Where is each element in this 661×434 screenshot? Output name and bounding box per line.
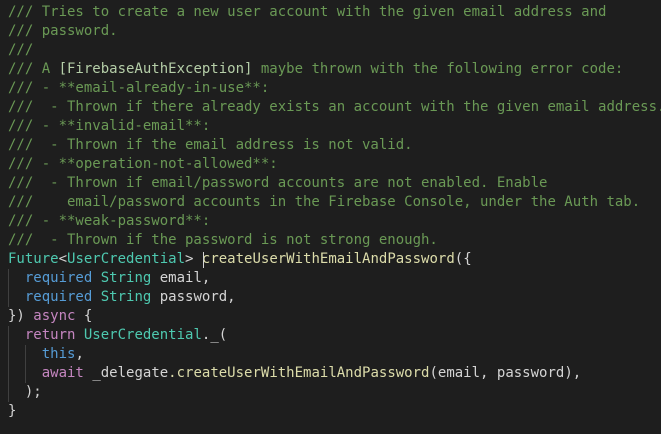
code-line: /// - **email-already-in-use**: bbox=[8, 79, 661, 98]
param-name: email, bbox=[159, 270, 211, 286]
delegate-args: (email, password), bbox=[429, 365, 582, 381]
close-call-line: ); bbox=[8, 383, 661, 402]
async-line: }) async { bbox=[8, 307, 661, 326]
doc-comment: /// Tries to create a new user account w… bbox=[8, 4, 607, 20]
indent-guide bbox=[8, 269, 9, 307]
code-block: /// Tries to create a new user account w… bbox=[8, 3, 661, 421]
param-name: password, bbox=[159, 289, 236, 305]
close-body: } bbox=[8, 403, 17, 419]
required-keyword: required bbox=[24, 270, 93, 286]
text-cursor bbox=[203, 252, 204, 268]
param-line: required String password, bbox=[8, 288, 661, 307]
doc-comment-suffix: maybe thrown with the following error co… bbox=[252, 61, 624, 77]
doc-comment: /// - **operation-not-allowed**: bbox=[8, 156, 278, 172]
return-line: return UserCredential._( bbox=[8, 326, 661, 345]
return-keyword: return bbox=[24, 327, 76, 343]
delegate-identifier: _delegate bbox=[92, 365, 169, 381]
method-name[interactable]: createUserWithEmailAndPassword bbox=[202, 251, 455, 267]
doc-comment: /// email/password accounts in the Fireb… bbox=[8, 194, 641, 210]
type-arg-open: < bbox=[58, 251, 68, 267]
code-line: /// password. bbox=[8, 22, 661, 41]
doc-comment-prefix: /// A bbox=[8, 61, 59, 77]
code-line: /// - Thrown if the password is not stro… bbox=[8, 231, 661, 250]
await-line: await _delegate.createUserWithEmailAndPa… bbox=[8, 364, 661, 383]
async-keyword: async bbox=[33, 308, 76, 324]
return-type: UserCredential bbox=[83, 327, 202, 343]
code-line: /// - **operation-not-allowed**: bbox=[8, 155, 661, 174]
return-type-inner: UserCredential bbox=[67, 251, 186, 267]
doc-comment: /// - Thrown if the password is not stro… bbox=[8, 232, 438, 248]
doc-comment: /// - Thrown if there already exists an … bbox=[8, 99, 661, 115]
doc-comment-reference: [FirebaseAuthException] bbox=[58, 61, 253, 77]
this-line: this, bbox=[8, 345, 661, 364]
doc-comment: /// bbox=[8, 42, 34, 58]
close-call: ); bbox=[24, 384, 42, 400]
indent-guide bbox=[25, 345, 26, 383]
delegate-method: .createUserWithEmailAndPassword bbox=[168, 365, 430, 381]
await-keyword: await bbox=[41, 365, 84, 381]
param-type: String bbox=[100, 270, 152, 286]
code-line: /// bbox=[8, 41, 661, 60]
doc-comment: /// - **email-already-in-use**: bbox=[8, 80, 270, 96]
code-line: /// - Thrown if there already exists an … bbox=[8, 98, 661, 117]
return-type-outer: Future bbox=[8, 251, 59, 267]
code-line: /// - Thrown if email/password accounts … bbox=[8, 174, 661, 193]
doc-comment: /// password. bbox=[8, 23, 118, 39]
code-line: /// A [FirebaseAuthException] maybe thro… bbox=[8, 60, 661, 79]
close-body-line: } bbox=[8, 402, 661, 421]
type-arg-close: > bbox=[185, 251, 202, 267]
params-open: ({ bbox=[454, 251, 472, 267]
signature-line: Future<UserCredential> createUserWithEma… bbox=[8, 250, 661, 269]
body-open: { bbox=[75, 308, 93, 324]
doc-comment: /// - **invalid-email**: bbox=[8, 118, 211, 134]
code-line: /// email/password accounts in the Fireb… bbox=[8, 193, 661, 212]
indent-guide bbox=[8, 326, 9, 402]
param-type: String bbox=[100, 289, 152, 305]
comma: , bbox=[75, 346, 84, 362]
param-line: required String email, bbox=[8, 269, 661, 288]
doc-comment: /// - **weak-password**: bbox=[8, 213, 211, 229]
required-keyword: required bbox=[24, 289, 93, 305]
ctor-call: ._( bbox=[201, 327, 228, 343]
code-line: /// - **invalid-email**: bbox=[8, 117, 661, 136]
code-line: /// - Thrown if the email address is not… bbox=[8, 136, 661, 155]
code-editor[interactable]: /// Tries to create a new user account w… bbox=[0, 0, 661, 434]
code-line: /// Tries to create a new user account w… bbox=[8, 3, 661, 22]
this-keyword: this bbox=[41, 346, 76, 362]
params-close: }) bbox=[8, 308, 34, 324]
doc-comment: /// - Thrown if the email address is not… bbox=[8, 137, 413, 153]
code-line: /// - **weak-password**: bbox=[8, 212, 661, 231]
doc-comment: /// - Thrown if email/password accounts … bbox=[8, 175, 548, 191]
